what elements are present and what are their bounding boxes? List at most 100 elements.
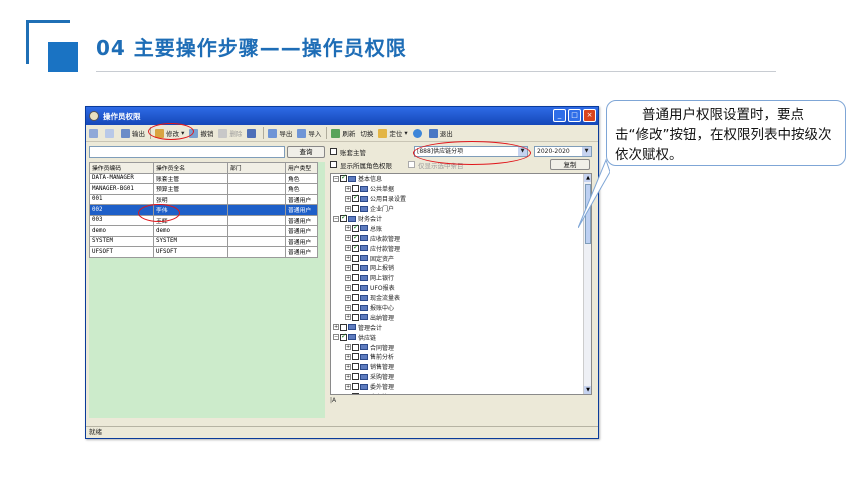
refresh-button[interactable]: 刷新 [331,128,355,138]
table-row[interactable]: UFSOFT UFSOFT 普通用户 [89,246,318,258]
tree-checkbox[interactable] [352,223,359,232]
tree-item[interactable]: + 网上银行 [331,273,591,283]
year-select[interactable]: 2020-2020 ▼ [534,146,592,157]
column-header[interactable]: 用户类型 [285,162,318,174]
expand-icon[interactable]: + [345,245,351,252]
tree-item[interactable]: + 报账中心 [331,303,591,313]
tree-checkbox[interactable] [352,383,359,391]
tree-checkbox[interactable] [352,233,359,242]
expand-icon[interactable]: + [345,363,351,370]
tree-checkbox[interactable] [352,304,359,312]
collapse-icon[interactable]: − [333,175,339,182]
tree-item[interactable]: + 现金流量表 [331,293,591,303]
show-role-checkbox[interactable] [330,161,337,168]
expand-icon[interactable]: + [345,274,351,281]
expand-icon[interactable]: + [345,344,351,351]
save-button[interactable] [247,128,258,138]
show-only-checkbox[interactable] [408,161,415,168]
expand-icon[interactable]: + [345,264,351,271]
tree-checkbox[interactable] [340,323,347,331]
tree-checkbox[interactable] [352,254,359,262]
tree-item[interactable]: − 财务会计 [331,213,591,224]
tree-item[interactable]: + 应付款管理 [331,243,591,253]
table-row[interactable]: 002 李伟 普通用户 [89,204,318,216]
export-button[interactable]: 导出 [268,128,292,138]
query-button[interactable]: 查询 [287,146,325,158]
table-row[interactable]: 003 王辉 普通用户 [89,214,318,226]
import-button[interactable]: 导入 [297,128,321,138]
switch-button[interactable]: 切换 [360,128,373,138]
tree-item[interactable]: + 出纳管理 [331,312,591,322]
expand-icon[interactable]: + [345,373,351,380]
tree-checkbox[interactable] [352,243,359,252]
tree-item[interactable]: + 管理会计 [331,322,591,332]
expand-icon[interactable]: + [345,314,351,321]
expand-icon[interactable]: + [345,353,351,360]
help-button[interactable] [412,128,424,138]
tree-checkbox[interactable] [352,363,359,371]
tree-checkbox[interactable] [352,373,359,381]
expand-icon[interactable]: + [345,294,351,301]
expand-icon[interactable]: + [345,195,351,202]
expand-icon[interactable]: + [345,235,351,242]
collapse-icon[interactable]: − [333,215,339,222]
expand-icon[interactable]: + [345,225,351,232]
tree-checkbox[interactable] [352,274,359,282]
print-button[interactable] [89,128,100,138]
search-input[interactable] [89,146,285,158]
column-header[interactable]: 操作员全名 [153,162,228,174]
tree-checkbox[interactable] [352,205,359,213]
tree-item[interactable]: + 企业门户 [331,204,591,214]
tree-checkbox[interactable] [340,174,347,183]
close-button[interactable]: × [583,109,596,122]
output-button[interactable]: 输出 [121,128,145,138]
tree-item[interactable]: + 库存管理 [331,392,591,394]
tree-item[interactable]: + 采购管理 [331,372,591,382]
table-row[interactable]: demo demo 普通用户 [89,225,318,237]
tree-checkbox[interactable] [352,343,359,351]
expand-icon[interactable]: + [345,383,351,390]
expand-icon[interactable]: + [333,324,339,331]
tree-item[interactable]: + 委外管理 [331,382,591,392]
collapse-icon[interactable]: − [333,334,339,341]
tree-checkbox[interactable] [352,193,359,203]
table-row[interactable]: 001 张明 普通用户 [89,193,318,205]
tree-item[interactable]: + 网上报销 [331,263,591,273]
tree-checkbox[interactable] [340,332,347,341]
tree-checkbox[interactable] [352,185,359,193]
locate-button[interactable]: 定位 ▾ [378,128,408,138]
tree-checkbox[interactable] [352,284,359,292]
tree-checkbox[interactable] [340,213,347,222]
tree-checkbox[interactable] [352,264,359,272]
tree-item[interactable]: + UFO报表 [331,283,591,293]
account-manager-checkbox[interactable] [330,148,337,155]
tree-item[interactable]: + 公共单据 [331,184,591,194]
tree-item[interactable]: + 售前分析 [331,352,591,362]
tree-item[interactable]: + 销售管理 [331,362,591,372]
tree-item[interactable]: − 供应链 [331,332,591,342]
tree-item[interactable]: + 合同管理 [331,342,591,352]
expand-icon[interactable]: + [345,255,351,262]
table-row[interactable]: MANAGER-BG01 预算主管 角色 [89,183,318,195]
expand-icon[interactable]: + [345,304,351,311]
tree-checkbox[interactable] [352,294,359,302]
delete-button[interactable]: 删除 [218,128,242,138]
tree-item[interactable]: + 总账 [331,223,591,233]
tree-checkbox[interactable] [352,313,359,321]
tree-checkbox[interactable] [352,393,359,394]
expand-icon[interactable]: + [345,284,351,291]
expand-icon[interactable]: + [345,185,351,192]
exit-button[interactable]: 退出 [428,128,453,138]
maximize-button[interactable]: □ [568,109,581,122]
preview-button[interactable] [105,128,116,138]
tree-item[interactable]: + 应收款管理 [331,233,591,243]
table-row[interactable]: SYSTEM SYSTEM 普通用户 [89,235,318,247]
tree-item[interactable]: + 公用目录设置 [331,193,591,204]
column-header[interactable]: 部门 [227,162,286,174]
tree-item[interactable]: − 基本信息 [331,174,591,184]
tree-checkbox[interactable] [352,353,359,361]
table-row[interactable]: DATA-MANAGER 账套主管 角色 [89,172,318,184]
chevron-down-icon[interactable]: ▼ [582,147,591,156]
expand-icon[interactable]: + [345,393,351,394]
column-header[interactable]: 操作员编码 [89,162,154,174]
